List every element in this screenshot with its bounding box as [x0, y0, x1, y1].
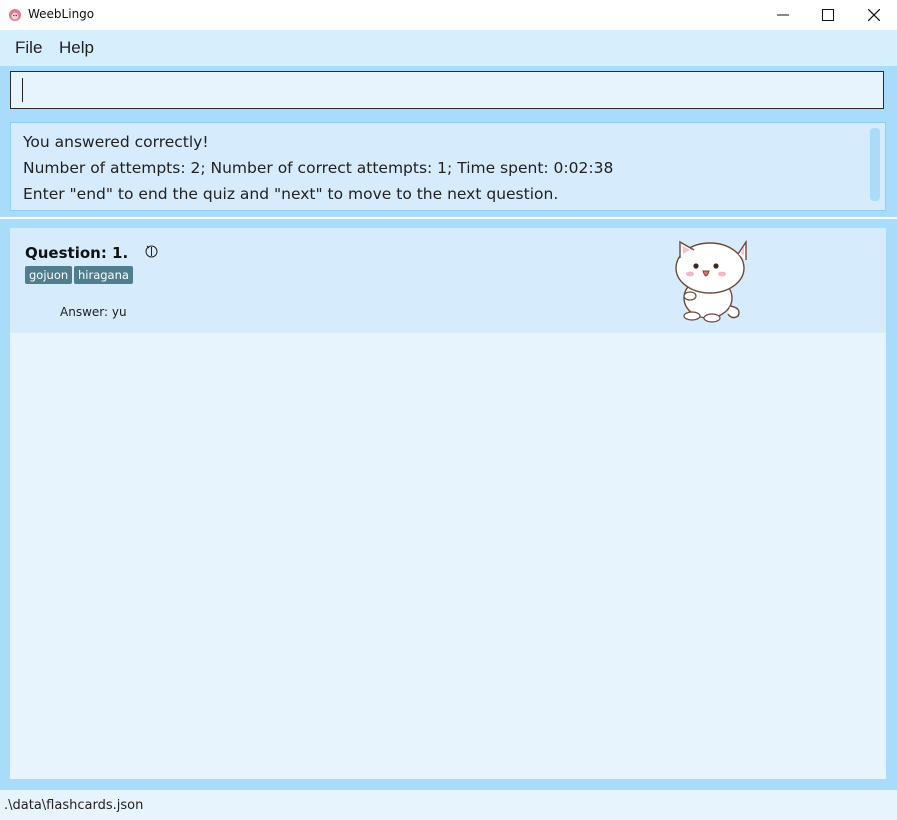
minimize-icon: [777, 14, 789, 16]
result-hint: Enter "end" to end the quiz and "next" t…: [23, 185, 559, 203]
answer-text: Answer: yu: [60, 305, 127, 319]
app-logo-icon: [9, 9, 21, 21]
command-box-container: [0, 66, 897, 116]
question-title: Question: 1.: [25, 244, 129, 262]
result-message: You answered correctly!: [23, 133, 209, 151]
menu-bar: File Help: [0, 30, 897, 66]
menu-help[interactable]: Help: [59, 38, 94, 58]
title-bar: WeebLingo: [0, 0, 897, 30]
timer-icon: [145, 245, 158, 258]
window-title: WeebLingo: [28, 7, 95, 21]
maximize-button[interactable]: [805, 0, 851, 30]
tag-hiragana: hiragana: [74, 266, 133, 284]
tag-gojuon: gojuon: [25, 266, 73, 284]
cat-mascot-icon: [675, 239, 747, 323]
close-button[interactable]: [851, 0, 897, 30]
maximize-icon: [822, 9, 834, 21]
close-icon: [868, 9, 880, 21]
text-caret: [22, 78, 23, 102]
minimize-button[interactable]: [760, 0, 806, 30]
result-stats: Number of attempts: 2; Number of correct…: [23, 159, 614, 177]
menu-file[interactable]: File: [15, 38, 42, 58]
result-scrollbar[interactable]: [870, 128, 880, 201]
divider: [0, 217, 897, 219]
command-input[interactable]: [10, 71, 884, 109]
status-bar: .\data\flashcards.json: [0, 790, 897, 820]
storage-path: .\data\flashcards.json: [4, 798, 144, 813]
